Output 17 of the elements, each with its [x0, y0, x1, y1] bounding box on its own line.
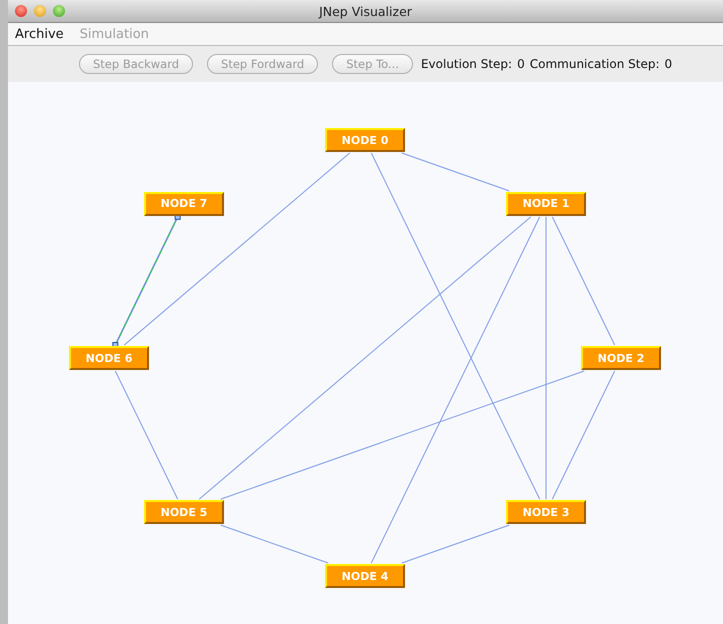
graph-node[interactable]: NODE 3 — [506, 500, 586, 524]
graph-node[interactable]: NODE 6 — [69, 346, 149, 370]
communication-value: 0 — [664, 57, 672, 71]
evolution-value: 0 — [517, 57, 525, 71]
communication-label: Communication Step: — [530, 57, 660, 71]
evolution-label: Evolution Step: — [420, 57, 512, 71]
window-title: JNep Visualizer — [319, 4, 412, 18]
graph-node[interactable]: NODE 2 — [581, 346, 661, 370]
graph-node[interactable]: NODE 4 — [325, 564, 405, 588]
menu-item[interactable]: Archive — [15, 26, 64, 42]
minimize-button[interactable] — [34, 5, 46, 17]
graph-node[interactable]: NODE 7 — [144, 192, 224, 216]
zoom-button[interactable] — [53, 5, 65, 17]
close-button[interactable] — [15, 5, 27, 17]
graph-node[interactable]: NODE 1 — [506, 192, 586, 216]
graph-node[interactable]: NODE 5 — [144, 500, 224, 524]
graph-node[interactable]: NODE 0 — [325, 128, 405, 152]
